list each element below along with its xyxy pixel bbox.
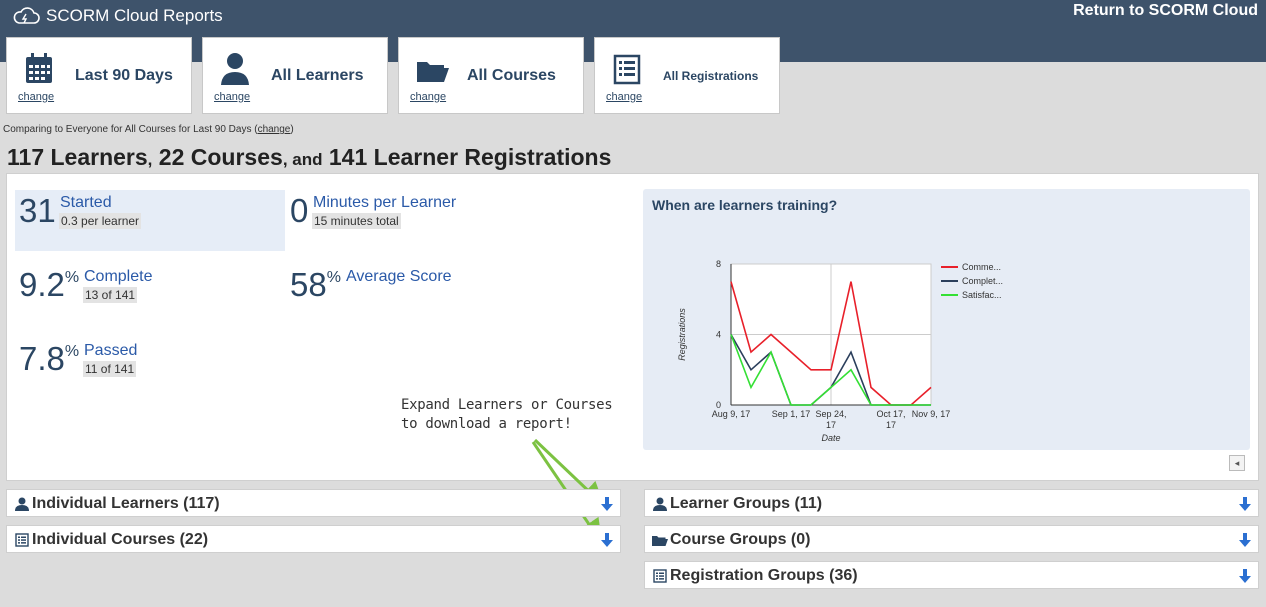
section-individual-learners[interactable]: Individual Learners (117)	[6, 489, 621, 517]
stat-number: 58	[290, 266, 327, 303]
filter-date-range[interactable]: Last 90 Days change	[6, 37, 192, 114]
filter-label: Last 90 Days	[75, 67, 173, 84]
y-axis-label: Registrations	[677, 308, 687, 361]
x-axis-label: Date	[821, 433, 840, 443]
section-registration-groups[interactable]: Registration Groups (36)	[644, 561, 1259, 589]
section-individual-courses[interactable]: Individual Courses (22)	[6, 525, 621, 553]
stat-label: Passed	[84, 342, 138, 359]
folder-icon	[652, 536, 668, 546]
legend-label: Complet...	[962, 276, 1003, 286]
stat-number: 7.8	[19, 340, 65, 377]
change-link[interactable]: change	[606, 91, 642, 103]
arrow-down-icon[interactable]	[1239, 533, 1251, 547]
x-tick-label: 17	[886, 420, 896, 430]
stat-sub: 15 minutes total	[312, 213, 401, 229]
stat-number: 9.2	[19, 266, 65, 303]
x-tick-label: 17	[826, 420, 836, 430]
stat-value: 31	[19, 192, 56, 229]
headline-registrations: 141 Learner Registrations	[328, 144, 612, 170]
section-title: Individual Learners (117)	[32, 495, 220, 512]
stat-sub: 11 of 141	[83, 361, 137, 377]
person-icon	[221, 53, 249, 85]
chart-collapse-button[interactable]: ◂	[1229, 455, 1245, 471]
comparison-close: )	[290, 124, 294, 135]
stat-label: Minutes per Learner	[313, 194, 457, 211]
x-tick-label: Sep 24,	[815, 409, 846, 419]
change-link[interactable]: change	[410, 91, 446, 103]
y-tick-label: 4	[716, 330, 721, 340]
arrow-down-icon[interactable]	[601, 533, 613, 547]
stat-sub: 0.3 per learner	[59, 213, 142, 229]
stat-sub: 13 of 141	[83, 287, 138, 303]
line-chart: 048Aug 9, 17 Sep 1, 17 Sep 24,17Oct 17,17N…	[677, 259, 1003, 443]
stat-label: Started	[60, 194, 112, 211]
y-tick-label: 8	[716, 259, 721, 269]
legend-label: Satisfac...	[962, 290, 1002, 300]
section-course-groups[interactable]: Course Groups (0)	[644, 525, 1259, 553]
filter-label: All Courses	[467, 67, 556, 84]
filter-courses[interactable]: All Courses change	[398, 37, 584, 114]
app-title: SCORM Cloud Reports	[46, 6, 223, 25]
stat-value: 7.8%	[19, 340, 79, 378]
arrow-down-icon[interactable]	[601, 497, 613, 511]
list-icon	[653, 569, 667, 583]
stat-unit: %	[64, 269, 80, 286]
stat-value: 0	[290, 192, 309, 229]
annotation-line: to download a report!	[401, 416, 572, 432]
annotation-line: Expand Learners or Courses	[401, 397, 613, 413]
x-tick-label: Aug 9, 17	[712, 409, 751, 419]
calendar-icon	[26, 53, 52, 83]
return-link[interactable]: Return to SCORM Cloud	[1073, 2, 1258, 20]
change-link[interactable]: change	[214, 91, 250, 103]
stat-value: 9.2%	[19, 266, 79, 304]
filter-label: All Registrations	[663, 69, 759, 83]
legend-label: Comme...	[962, 262, 1001, 272]
list-icon	[15, 533, 29, 547]
summary-headline: 117 Learners, 22 Courses, and 141 Learne…	[7, 144, 611, 171]
app-brand[interactable]: SCORM Cloud Reports	[12, 5, 223, 27]
headline-courses: 22 Courses	[158, 144, 283, 170]
x-tick-label: Nov 9, 17	[912, 409, 951, 419]
arrow-down-icon[interactable]	[1239, 569, 1251, 583]
comparison-label: Comparing to Everyone for All Courses fo…	[3, 124, 258, 135]
x-tick-label: Sep 1, 17	[772, 409, 811, 419]
change-link[interactable]: change	[18, 91, 54, 103]
filter-registrations[interactable]: All Registrations change	[594, 37, 780, 114]
person-icon	[15, 497, 29, 511]
list-icon	[613, 54, 641, 85]
stat-value: 58%	[290, 266, 341, 304]
stat-unit: %	[326, 269, 341, 286]
stat-label: Complete	[84, 268, 153, 285]
x-tick-label: Oct 17,	[876, 409, 905, 419]
filter-label: All Learners	[271, 67, 364, 84]
stat-label: Average Score	[346, 268, 452, 285]
stat-unit: %	[64, 343, 80, 360]
annotation-callout: Expand Learners or Courses to download a…	[401, 396, 613, 434]
arrow-down-icon[interactable]	[1239, 497, 1251, 511]
section-title: Course Groups (0)	[670, 531, 811, 548]
section-title: Registration Groups (36)	[670, 567, 858, 584]
section-learner-groups[interactable]: Learner Groups (11)	[644, 489, 1259, 517]
comparison-change-link[interactable]: change	[258, 124, 291, 135]
filter-learners[interactable]: All Learners change	[202, 37, 388, 114]
comparison-text: Comparing to Everyone for All Courses fo…	[3, 124, 294, 135]
headline-separator: ,	[147, 150, 153, 169]
training-chart: When are learners training? 0 4 8 Aug 9, 17…	[643, 189, 1250, 450]
headline-separator: , and	[282, 150, 323, 169]
headline-learners: 117 Learners	[7, 144, 148, 170]
person-icon	[653, 497, 667, 511]
cloud-icon	[13, 7, 40, 24]
section-title: Individual Courses (22)	[32, 531, 209, 548]
section-title: Learner Groups (11)	[670, 495, 823, 512]
folder-icon	[417, 62, 449, 82]
